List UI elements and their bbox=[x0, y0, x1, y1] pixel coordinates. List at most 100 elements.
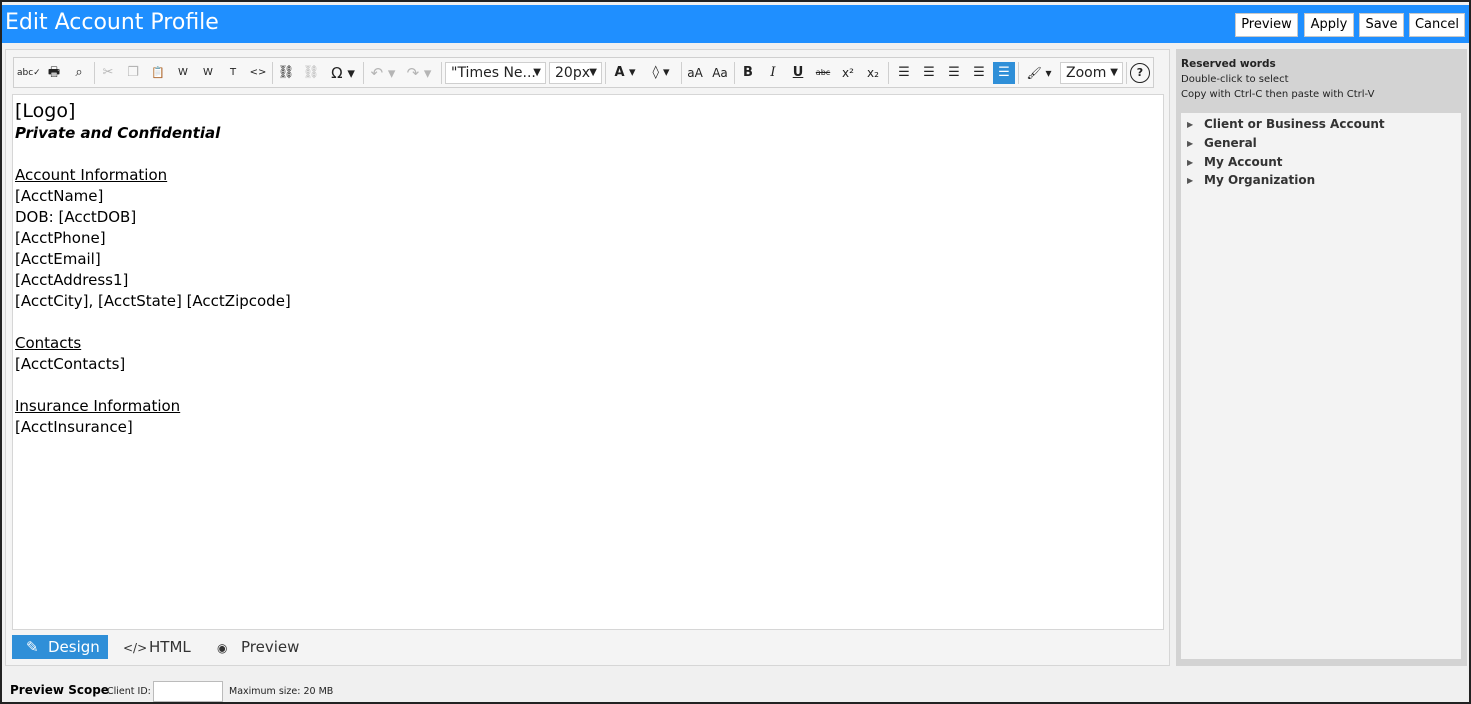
document-content[interactable]: [Logo] Private and Confidential Account … bbox=[12, 94, 1164, 630]
reserved-words-panel: Reserved words Double-click to select Co… bbox=[1176, 49, 1467, 666]
tree-item-general[interactable]: ▶ General bbox=[1187, 136, 1257, 150]
font-family-select[interactable]: "Times Ne... ▼ bbox=[445, 62, 546, 84]
copy-icon[interactable]: ❐ bbox=[122, 62, 144, 84]
toolbar-separator bbox=[1018, 62, 1019, 84]
lowercase-icon[interactable]: aA bbox=[684, 62, 706, 84]
preview-button[interactable]: Preview bbox=[1235, 13, 1298, 37]
tab-preview-label: Preview bbox=[241, 638, 300, 656]
tree-item-my-organization[interactable]: ▶ My Organization bbox=[1187, 173, 1315, 187]
toolbar-separator bbox=[605, 62, 606, 84]
font-size-value: 20px bbox=[555, 65, 590, 81]
font-size-select[interactable]: 20px ▼ bbox=[549, 62, 602, 84]
code-icon: </> bbox=[123, 641, 148, 655]
reserved-words-hint-select: Double-click to select bbox=[1181, 74, 1289, 85]
html-editor: abc✓ 🖶 ⌕ ✂ ❐ 📋 W W T <> ⛓ ⛓ Ω ▾ ↶ ▾ ↷ ▾ … bbox=[5, 49, 1170, 666]
paste-plain-text-icon[interactable]: T bbox=[222, 62, 244, 84]
chevron-down-icon: ▼ bbox=[589, 67, 597, 78]
apply-button[interactable]: Apply bbox=[1304, 13, 1354, 37]
insurance-line: [AcctInsurance] bbox=[15, 418, 133, 436]
reserved-words-tree: ▶ Client or Business Account ▶ General ▶ My… bbox=[1181, 113, 1461, 659]
subscript-icon[interactable]: x₂ bbox=[862, 62, 884, 84]
paste-icon[interactable]: 📋 bbox=[147, 62, 169, 84]
remove-link-icon[interactable]: ⛓ bbox=[300, 62, 322, 84]
tree-item-client-or-business-account[interactable]: ▶ Client or Business Account bbox=[1187, 117, 1385, 131]
expand-arrow-icon[interactable]: ▶ bbox=[1187, 158, 1204, 167]
tab-html-label: HTML bbox=[149, 638, 191, 656]
cancel-button[interactable]: Cancel bbox=[1409, 13, 1465, 37]
preview-scope-bar: Preview Scope Client ID: Maximum size: 2… bbox=[2, 677, 1469, 702]
preview-scope-label: Preview Scope bbox=[10, 683, 109, 697]
superscript-icon[interactable]: x² bbox=[837, 62, 859, 84]
reserved-words-hint-copy: Copy with Ctrl-C then paste with Ctrl-V bbox=[1181, 89, 1375, 100]
paste-word-clean-icon[interactable]: W bbox=[197, 62, 219, 84]
confidential-line: Private and Confidential bbox=[15, 124, 221, 142]
edit-account-profile-window: Edit Account Profile Preview Apply Save … bbox=[0, 0, 1471, 704]
italic-icon[interactable]: I bbox=[762, 62, 784, 84]
tab-preview[interactable]: ◉ Preview bbox=[217, 635, 307, 659]
account-information-heading: Account Information bbox=[15, 166, 168, 184]
align-justify-icon[interactable]: ☰ bbox=[968, 62, 990, 84]
eye-icon: ◉ bbox=[217, 641, 228, 655]
underline-icon[interactable]: U bbox=[787, 62, 809, 84]
find-icon[interactable]: ⌕ bbox=[68, 62, 90, 84]
expand-arrow-icon[interactable]: ▶ bbox=[1187, 176, 1204, 185]
account-line: DOB: [AcctDOB] bbox=[15, 208, 137, 226]
font-family-value: "Times Ne... bbox=[451, 65, 536, 81]
tree-item-label: Client or Business Account bbox=[1204, 117, 1385, 131]
pencil-icon: ✎ bbox=[26, 638, 39, 656]
spellcheck-icon[interactable]: abc✓ bbox=[17, 62, 41, 84]
align-center-icon[interactable]: ☰ bbox=[918, 62, 940, 84]
font-color-icon[interactable]: A ▾ bbox=[609, 62, 641, 84]
tree-item-label: My Organization bbox=[1204, 173, 1316, 187]
align-right-icon[interactable]: ☰ bbox=[943, 62, 965, 84]
titlecase-icon[interactable]: Aa bbox=[709, 62, 731, 84]
toolbar-separator bbox=[363, 62, 364, 84]
account-line: [AcctEmail] bbox=[15, 250, 101, 268]
toolbar-separator bbox=[1126, 62, 1127, 84]
toolbar-separator bbox=[272, 62, 273, 84]
redo-icon[interactable]: ↷ ▾ bbox=[402, 62, 436, 84]
align-none-icon[interactable]: ☰ bbox=[993, 62, 1015, 84]
toolbar-separator bbox=[734, 62, 735, 84]
tab-design[interactable]: ✎ Design bbox=[12, 635, 108, 659]
save-button[interactable]: Save bbox=[1359, 13, 1404, 37]
zoom-select[interactable]: Zoom ▼ bbox=[1060, 62, 1123, 84]
chevron-down-icon: ▼ bbox=[533, 67, 541, 78]
editor-toolbar: abc✓ 🖶 ⌕ ✂ ❐ 📋 W W T <> ⛓ ⛓ Ω ▾ ↶ ▾ ↷ ▾ … bbox=[13, 57, 1154, 88]
tree-item-my-account[interactable]: ▶ My Account bbox=[1187, 155, 1283, 169]
account-line: [AcctAddress1] bbox=[15, 271, 129, 289]
logo-placeholder: [Logo] bbox=[15, 100, 76, 122]
cut-icon[interactable]: ✂ bbox=[97, 62, 119, 84]
paste-html-icon[interactable]: <> bbox=[247, 62, 269, 84]
expand-arrow-icon[interactable]: ▶ bbox=[1187, 120, 1204, 129]
print-icon[interactable]: 🖶 bbox=[43, 62, 65, 84]
undo-icon[interactable]: ↶ ▾ bbox=[366, 62, 400, 84]
bold-icon[interactable]: B bbox=[737, 62, 759, 84]
tab-design-label: Design bbox=[48, 638, 100, 656]
help-icon[interactable]: ? bbox=[1130, 63, 1150, 83]
contacts-heading: Contacts bbox=[15, 334, 82, 352]
paste-from-word-icon[interactable]: W bbox=[172, 62, 194, 84]
highlight-color-icon[interactable]: ◊ ▾ bbox=[645, 62, 677, 84]
toolbar-separator bbox=[681, 62, 682, 84]
tab-html[interactable]: </> HTML bbox=[123, 635, 203, 659]
account-line: [AcctCity], [AcctState] [AcctZipcode] bbox=[15, 292, 291, 310]
toolbar-separator bbox=[441, 62, 442, 84]
window-title: Edit Account Profile bbox=[5, 10, 219, 35]
chevron-down-icon: ▼ bbox=[1110, 67, 1118, 78]
contacts-line: [AcctContacts] bbox=[15, 355, 126, 373]
tree-item-label: General bbox=[1204, 136, 1257, 150]
special-character-icon[interactable]: Ω ▾ bbox=[325, 62, 361, 84]
align-left-icon[interactable]: ☰ bbox=[893, 62, 915, 84]
insert-link-icon[interactable]: ⛓ bbox=[275, 62, 297, 84]
format-painter-icon[interactable]: 🖌 ▾ bbox=[1021, 62, 1057, 84]
zoom-label: Zoom bbox=[1066, 65, 1107, 81]
strikethrough-icon[interactable]: abc bbox=[812, 62, 834, 84]
toolbar-separator bbox=[94, 62, 95, 84]
toolbar-separator bbox=[888, 62, 889, 84]
expand-arrow-icon[interactable]: ▶ bbox=[1187, 139, 1204, 148]
reserved-words-title: Reserved words bbox=[1181, 58, 1276, 70]
client-id-input[interactable] bbox=[153, 681, 223, 702]
